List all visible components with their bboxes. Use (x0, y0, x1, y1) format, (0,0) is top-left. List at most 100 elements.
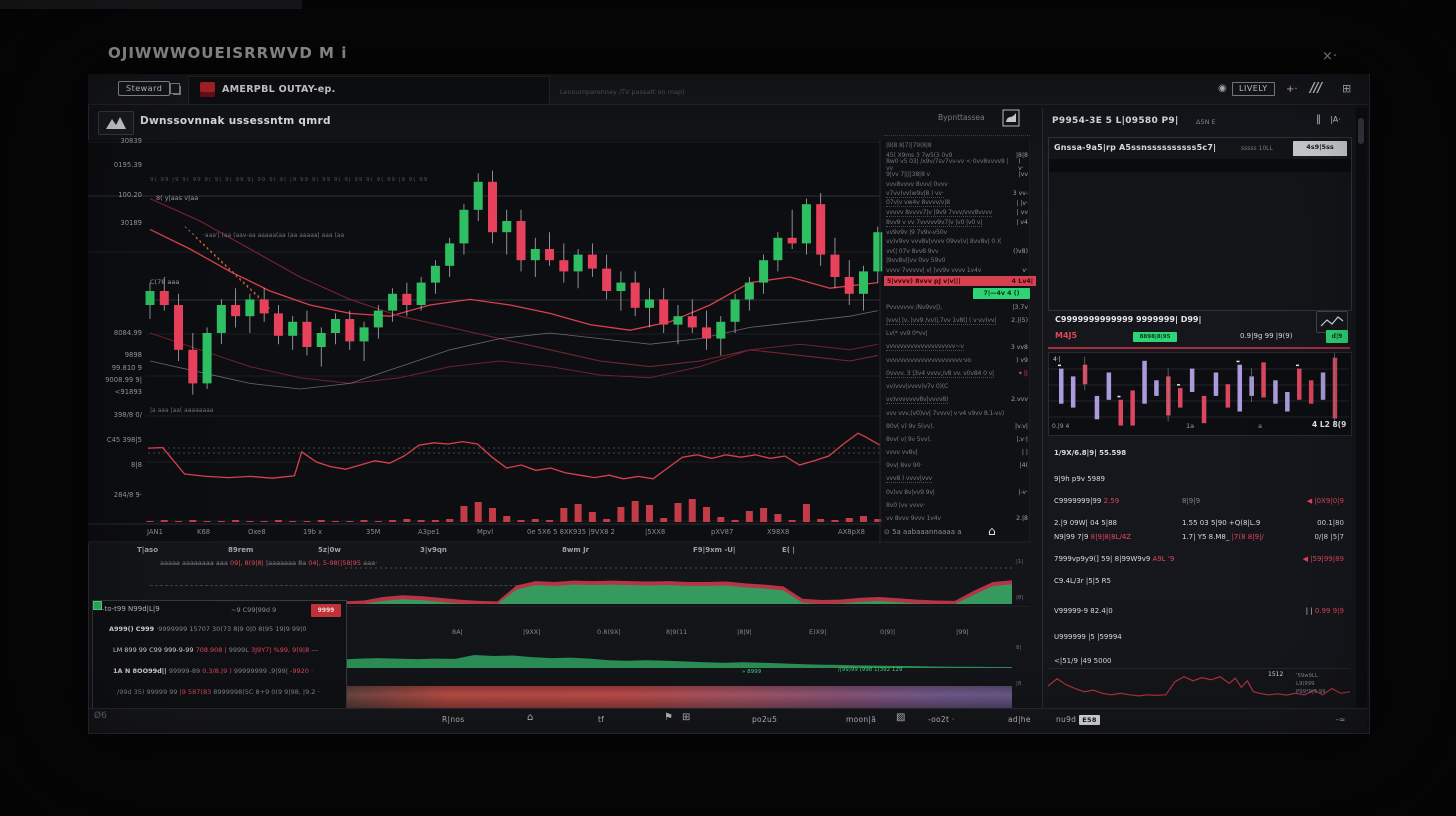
toolbar-item[interactable]: R|nos (442, 715, 465, 724)
band-chart-1 (345, 556, 1012, 606)
feed-value: |,v·| (1016, 436, 1028, 443)
feed-item[interactable]: vvv vvv,(v0)vv| 7vvvv| v·v4 v9vv 8.1-vv) (884, 407, 1030, 420)
chart-annotation: C(78 aaa (150, 279, 179, 286)
feed-item[interactable]: vvvvv 8vvvv7|v |9v9 7vvv/vvv8vvvv| vv (884, 208, 1030, 218)
card-action-button[interactable]: 4s9|5ss (1293, 141, 1347, 159)
positions-column-header[interactable]: T|aso (137, 547, 158, 554)
pause-icon[interactable]: ‖ (1316, 115, 1321, 125)
text-segment: 09|, 8(9|8| (230, 559, 264, 567)
home-icon[interactable]: ⌂ (527, 712, 534, 723)
pattern-icon[interactable]: ▨ (896, 712, 906, 723)
positions-column-header[interactable]: F9|9xm -U| (693, 547, 735, 554)
positions-column-header[interactable]: 89rem (228, 547, 253, 554)
text-segment: 99999-89 (169, 667, 202, 675)
feed-item[interactable]: 0v)vv 8v|vv9 9v||-v· (884, 486, 1030, 499)
toolbar-item[interactable]: moon|ă (846, 715, 876, 724)
stats-right: 0/|8 |5|7 (1315, 534, 1344, 541)
scrollbar-track[interactable] (1356, 108, 1367, 708)
layers-icon[interactable]: /// (1310, 82, 1321, 95)
buy-mini-button[interactable]: d|9 (1326, 330, 1348, 343)
popup-row[interactable]: /99d 35) 99999 99 |9 587(83 8999998(5C 8… (117, 689, 320, 696)
stats-left: N9|99 7|9 8|9|8|8L/4Z (1054, 534, 1131, 541)
feed-text: vv)v9vv vvv8v|vvvv 09vv(v| 8vv8v| 0 )( (886, 238, 1001, 245)
feed-item[interactable]: vv(| 07v 8vv8 9vv()v8) (884, 247, 1030, 257)
band-right-tick: |8 (1016, 682, 1021, 688)
feed-item[interactable]: vvvvvvvvvvvvvvvvvvvvvv·vo) v9 (884, 354, 1030, 367)
toolbar-item[interactable]: -oo2t · (928, 715, 955, 724)
positions-column-header[interactable]: E( | (782, 547, 795, 554)
plus-icon[interactable]: +· (1286, 85, 1298, 95)
copy-icon[interactable] (170, 83, 180, 94)
popup-row[interactable]: 1A N 8OO99d|| 99999-89 0.3/8.|9 ) 999999… (113, 668, 313, 675)
back-button[interactable]: Steward (118, 81, 170, 96)
home-icon[interactable]: ⌂ (988, 525, 996, 537)
feed-item[interactable]: vvv8 ) vvvv|vvv (884, 472, 1030, 485)
panel-menu-icon[interactable]: |A· (1330, 116, 1341, 124)
feed-item[interactable]: v7vv)vv(w9v|8 ) vv·3 vv- (884, 189, 1030, 199)
feed-item[interactable]: vv9v9v |9 7v9v-v50v (884, 227, 1030, 237)
close-icon[interactable]: ×· (1322, 50, 1337, 63)
text-segment: --- (309, 646, 318, 654)
feed-item[interactable]: |9vv8v||vv 0vv 59v0 (884, 256, 1030, 266)
feed-item[interactable]: 0vvvv. 3 |3v4 vvvv,/v8 vv. v0v84 0 v|▾ |… (884, 367, 1030, 380)
feed-item[interactable]: vvvv 7vvvvv| v| |vv9v vvvv 1v4vv· (884, 266, 1030, 276)
feed-item[interactable]: vv 8vvv 9vvv 1v4v2.|8 (884, 512, 1030, 525)
scrollbar-thumb[interactable] (1358, 118, 1364, 144)
toolbar-item[interactable]: -≈ (1336, 715, 1346, 724)
positions-column-header[interactable]: 5z|0w (318, 547, 341, 554)
buy-button[interactable]: 7|—4v 4 () (973, 288, 1030, 299)
feed-item[interactable]: 9vv| 8vv 90·|4( (884, 459, 1030, 472)
popup-alert-badge[interactable]: 9999 (311, 604, 341, 617)
feed-item[interactable]: 07v|v vw4v 8vvvv/v|8| |v· (884, 199, 1030, 209)
feed-item[interactable]: |9|8 8|7)|79(8|8 (884, 141, 1030, 151)
band-right-tick: 8| (1016, 646, 1021, 652)
feed-text: 80v( v) 9v 5(vv). (886, 423, 934, 430)
sell-alert-bar[interactable]: 5|vvvv) 8vvv pJ v|v||| 4 Lv4| (884, 276, 1036, 286)
feed-item[interactable]: vvv8vvvv 8vvv| 0vvv (884, 179, 1030, 189)
text-segment: A9L '9 (1153, 555, 1175, 563)
chart-logo-icon[interactable] (98, 111, 134, 135)
positions-column-header[interactable]: 8wm Jr (562, 547, 589, 554)
feed-item[interactable]: |vvv| |v, |vv9 /vv)|,7vv 1v8(| ( v·vv)vv… (884, 314, 1030, 327)
grid-icon[interactable]: ⊞ (1342, 83, 1351, 94)
feed-text: vv)vvv|vvvv)v7v 0)(C (886, 383, 948, 390)
chart-annotation: ·aaa'| (aa (aav-aa aaaaa(aa (aa aaaaa| a… (203, 233, 344, 239)
feed-item[interactable]: 8w0 v5 03| /x9v/7sv7vv-vv <·0vv8vvvv8 | … (884, 160, 1030, 170)
toolbar-item[interactable]: po2u5 (752, 715, 777, 724)
knight-icon[interactable] (1002, 109, 1020, 127)
flag-icon[interactable]: ⚑ (664, 712, 673, 723)
text-segment: 1/9X/6.8|9| 55.598 (1054, 449, 1126, 457)
feed-item[interactable]: vv)v9vv vvv8v|vvvv 09vv(v| 8vv8v| 0 )( (884, 237, 1030, 247)
grid-icon[interactable]: ⊞ (682, 712, 691, 723)
text-segment: 0/|8 |5|7 (1315, 533, 1344, 541)
mini-chart-panel[interactable] (1048, 352, 1352, 436)
feed-item[interactable]: 80v( v) 9v 5(vv).|v.v| (884, 420, 1030, 433)
toolbar-item[interactable]: tf (598, 715, 604, 724)
popup-row[interactable]: LM 899 99 C99 999-9-99 708.908 | 9999L 3… (113, 647, 318, 654)
toolbar-item[interactable]: nu9dE58 (1056, 715, 1100, 724)
feed-item[interactable]: vvvv vv8v|| | (884, 446, 1030, 459)
text-segment: 708.908 | (196, 646, 227, 654)
feed-text: vvvvvvvvvvvvvvvvvvvvvv·vo (886, 357, 971, 364)
feed-text: |9vv8v||vv 0vv 59v0 (886, 257, 945, 264)
feed-item[interactable]: vv)vvvvvvv8v|vvvv8)2.vvv (884, 393, 1030, 406)
sell-alert-label: 5|vvvv) 8vvv pJ v|v||| (887, 278, 961, 285)
feed-divider (884, 135, 1030, 136)
toolbar-item[interactable]: ad|he (1008, 715, 1031, 724)
live-badge[interactable]: LIVELY (1232, 82, 1275, 96)
popup-row[interactable]: A999() C999 ·9999999 15707 30(73 8|9 0|0… (109, 626, 307, 633)
status-dot-icon[interactable]: ◉ (1218, 84, 1227, 94)
feed-item[interactable]: 8vv9 v vv 7vvvvv9v7|v |v0 |v0 v|| v4 (884, 218, 1030, 228)
feed-item[interactable]: Lv(* vv9 0*vv| (884, 327, 1030, 340)
feed-item[interactable]: vvvvvvvvvvvvvvvvvvvv~v3 vv8 (884, 341, 1030, 354)
stats-left: 2.|9 09W| 04 5|88 (1054, 520, 1117, 527)
positions-column-header[interactable]: 3|v9qn (420, 547, 447, 554)
feed-item[interactable]: Pvvvvvvv /Nv9vv|),|3.7v (884, 301, 1030, 314)
status-badge: 8898|8|95 (1133, 332, 1177, 342)
watch-popup: –to-t99 N99d|L|9 ~9 C99|99d 9 9999 A999(… (92, 600, 347, 710)
feed-item[interactable]: 8vv( v| 9v 5vv).|,v·| (884, 433, 1030, 446)
text-segment: 1A N 8OO99d|| (113, 667, 169, 675)
feed-item[interactable]: 8v0 |vv vvvv· (884, 499, 1030, 512)
feed-item[interactable]: vv)vvv|vvvv)v7v 0)(C (884, 380, 1030, 393)
stats-left: U999999 |5 |59994 (1054, 634, 1122, 641)
